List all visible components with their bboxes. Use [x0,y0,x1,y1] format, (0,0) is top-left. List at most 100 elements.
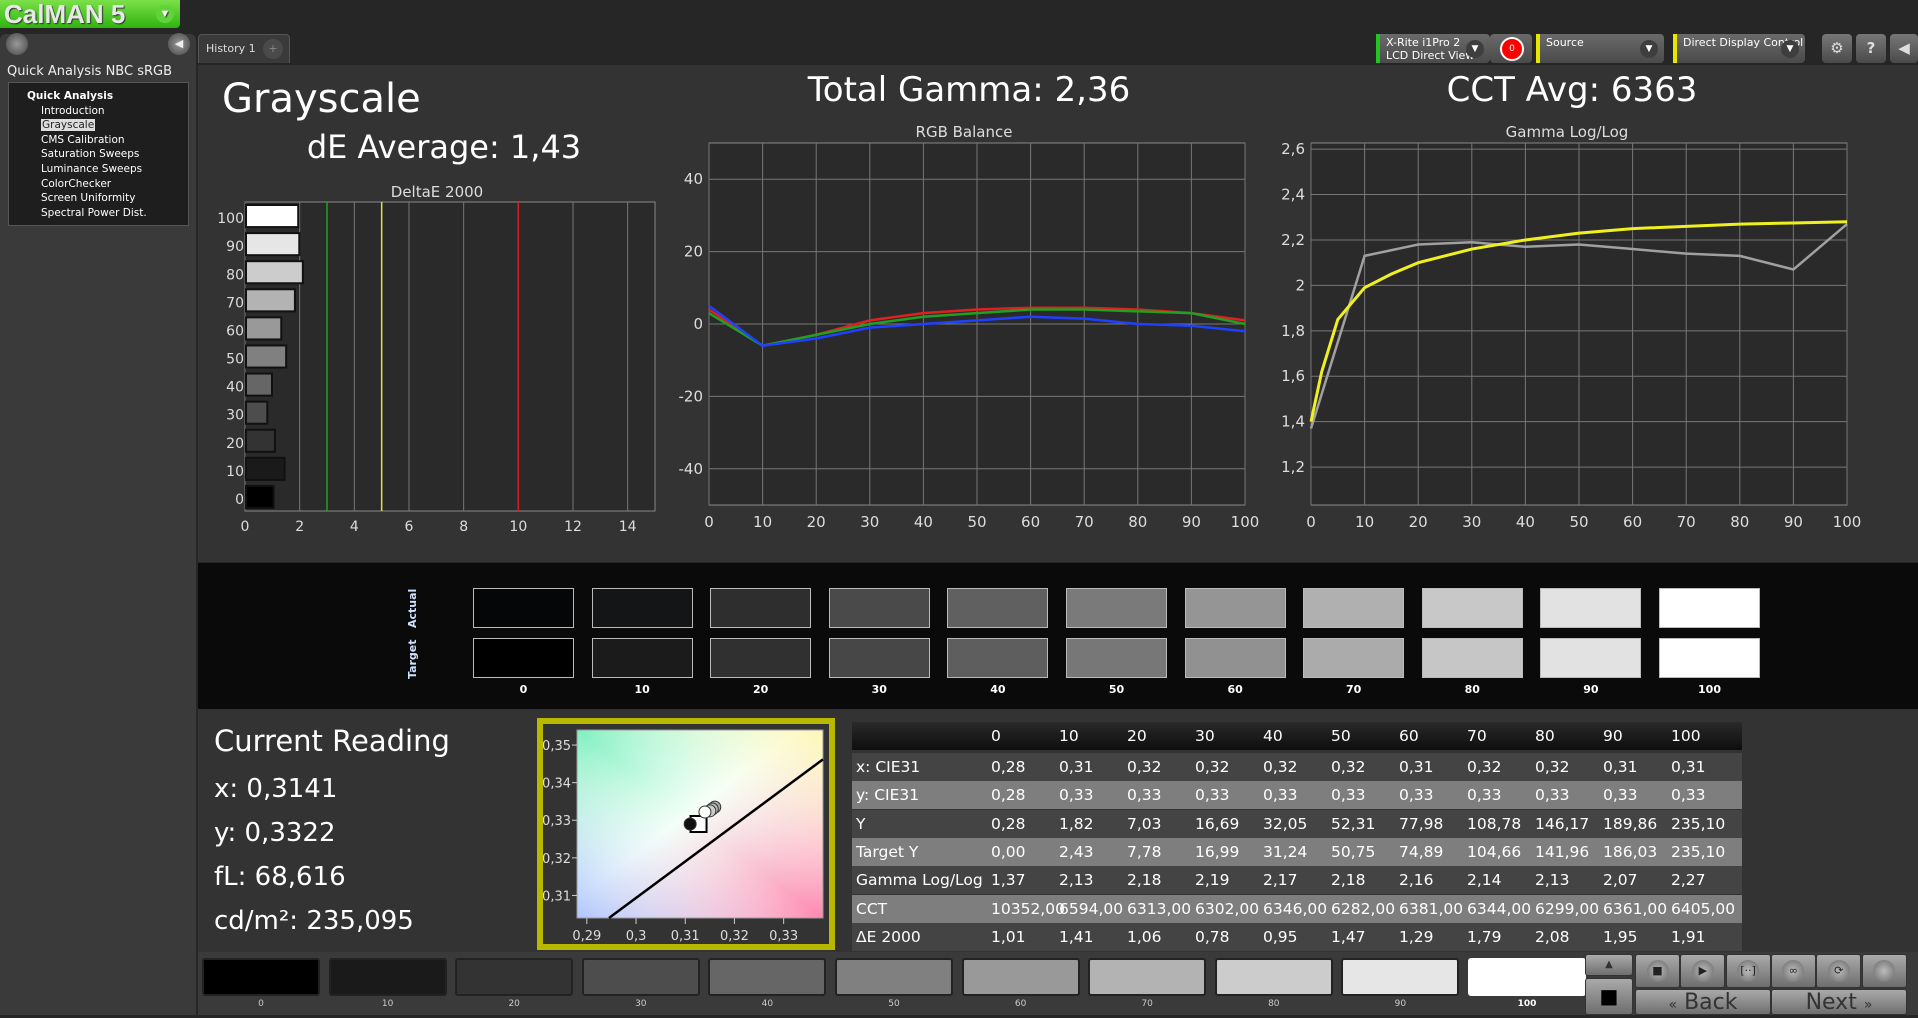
table-cell: 0,28 [991,786,1026,805]
back-button[interactable]: « Back [1635,989,1771,1015]
patch-button-50[interactable] [835,958,953,996]
refresh-icon: ⟳ [1827,960,1850,982]
cie-chart-frame: 0,29 0,3 0,31 0,32 0,33 0,35 0,34 0,33 0,32 0,31 [537,718,835,950]
swatch-level-label: 100 [1698,683,1721,696]
calman-logo[interactable]: CalMAN 5 ▼ [0,0,180,28]
collapse-sidebar-button[interactable]: ◀ [168,33,190,55]
settings-gear-icon[interactable]: ⚙ [1822,34,1852,63]
table-cell: 0,33 [1603,786,1638,805]
meter-selector[interactable]: X-Rite i1Pro 2 LCD Direct View ▼ [1376,34,1490,63]
x-tick-label: 30 [860,513,879,531]
chevron-down-icon[interactable]: ▼ [1640,40,1658,58]
chevron-down-icon[interactable]: ▼ [156,5,174,23]
reading-cdm2: cd/m²: 235,095 [214,906,414,936]
tree-item-luminance-sweeps[interactable]: Luminance Sweeps [9,162,188,177]
tree-item-spectral-power[interactable]: Spectral Power Dist. [9,206,188,221]
toolbar-button-blank[interactable] [1861,954,1907,988]
patch-button-40[interactable] [708,958,827,996]
tree-item-introduction[interactable]: Introduction [9,104,188,119]
display-control-selector[interactable]: Direct Display Control ▼ [1673,34,1805,63]
toolbar-button-bracket[interactable]: [··] [1725,954,1771,988]
table-cell: 235,10 [1671,842,1726,861]
target-swatch [591,638,693,678]
table-cell: 146,17 [1535,814,1590,833]
meter-status[interactable]: 0 [1490,34,1532,63]
toolbar-button-play[interactable]: ▶ [1680,954,1726,988]
y-tick-label: 1,8 [1281,322,1305,340]
table-cell: 2,19 [1195,871,1230,890]
y-tick-label: 2,2 [1281,231,1305,249]
page-title: Grayscale [222,76,421,122]
table-cell: 6344,00 [1467,899,1532,918]
tree-root-quick-analysis[interactable]: Quick Analysis [9,89,188,104]
table-cell: 16,99 [1195,842,1240,861]
table-cell: 1,79 [1467,927,1502,946]
chevron-double-right-icon: » [1863,997,1873,1013]
x-tick-label: 40 [914,513,933,531]
toolbar-button-refresh[interactable]: ⟳ [1816,954,1862,988]
sidebar-orb-icon[interactable] [6,33,28,55]
actual-swatch [1303,588,1405,628]
stop-measure-button[interactable]: ■ [1585,978,1633,1015]
y-tick-label: 2,4 [1281,186,1305,204]
y-tick-label: 40 [684,170,703,188]
chevron-down-icon[interactable]: ▼ [1781,40,1799,58]
x-tick-label: 90 [1784,513,1803,531]
scroll-up-button[interactable]: ▲ [1585,954,1633,976]
y-tick-label: 20 [226,436,244,452]
toolbar-button-loop[interactable]: ∞ [1770,954,1816,988]
tree-item-saturation-sweeps[interactable]: Saturation Sweeps [9,147,188,162]
target-swatch [710,638,812,678]
patch-button-80[interactable] [1214,958,1333,996]
x-tick-label: 50 [1569,513,1588,531]
patch-button-0[interactable] [202,958,320,996]
patch-button-20[interactable] [455,958,574,996]
toolbar-button-stop[interactable]: ■ [1635,954,1680,988]
patch-button-30[interactable] [581,958,700,996]
table-row: Target Y 0,00 2,43 7,78 16,99 31,24 50,75 74,89… [852,837,1742,866]
table-cell: 0,32 [1195,758,1230,776]
actual-swatch [1421,588,1523,628]
tab-history-1[interactable]: History 1 + [198,34,290,63]
swatch-strip: Actual Target 0 10 20 30 40 50 60 70 80 90 100 [198,563,1918,709]
next-button[interactable]: Next » [1771,989,1907,1015]
source-selector[interactable]: Source ▼ [1536,34,1664,63]
play-icon: ▶ [1691,960,1714,982]
x-tick-label: 14 [619,519,637,535]
tree-item-screen-uniformity[interactable]: Screen Uniformity [9,191,188,206]
swatch-level-label: 40 [990,683,1006,696]
x-tick-label: 0 [1306,513,1316,531]
x-tick-label: 60 [1623,513,1642,531]
tree-item-colorchecker[interactable]: ColorChecker [9,177,188,192]
table-cell: 0,28 [991,814,1026,833]
table-cell: 6313,00 [1127,899,1192,918]
add-tab-button[interactable]: + [263,39,283,59]
x-tick-label: 80 [1128,513,1147,531]
table-cell: 10352,00 [991,899,1065,918]
collapse-right-button[interactable]: ◀ [1890,34,1918,63]
y-tick-label: 0 [235,492,244,508]
patch-button-60[interactable] [961,958,1080,996]
table-cell: 1,82 [1059,814,1094,833]
swatch-level-label: 90 [1583,683,1599,696]
patch-label: 40 [761,999,774,1009]
table-cell: 1,95 [1603,927,1638,946]
deltae-bar [245,456,286,481]
tree-item-cms-calibration[interactable]: CMS Calibration [9,133,188,148]
help-icon[interactable]: ? [1856,34,1886,63]
tree-item-grayscale[interactable]: Grayscale [9,118,188,133]
y-tick-label: 0,34 [543,777,571,792]
reading-fl: fL: 68,616 [214,862,346,892]
deltae-bar [245,344,288,369]
x-tick-label: 20 [807,513,826,531]
row-label: Target Y [856,842,919,861]
table-row: ΔE 2000 1,01 1,41 1,06 0,78 0,95 1,47 1,29 1,79 2… [852,922,1742,951]
patch-button-100[interactable] [1468,958,1586,996]
row-label: y: CIE31 [856,786,920,805]
patch-button-90[interactable] [1341,958,1460,996]
blank-icon [1873,960,1895,982]
patch-button-10[interactable] [328,958,447,996]
row-label: Gamma Log/Log [856,871,983,890]
patch-button-70[interactable] [1088,958,1207,996]
chevron-down-icon[interactable]: ▼ [1466,40,1484,58]
